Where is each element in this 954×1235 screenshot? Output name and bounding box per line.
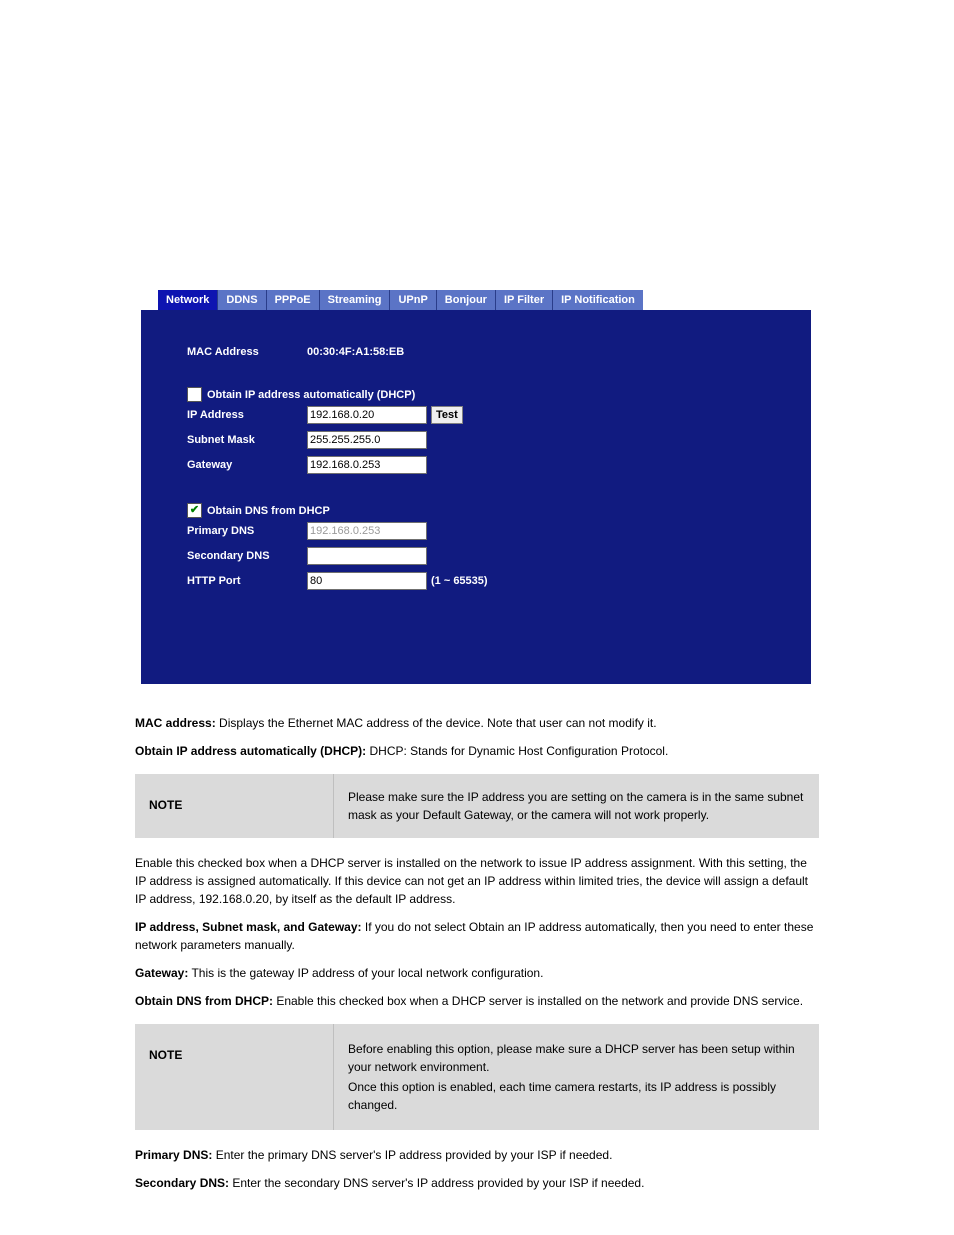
- dns-text: Enable this checked box when a DHCP serv…: [273, 994, 803, 1008]
- note-label-2: NOTE: [135, 1024, 334, 1130]
- http-port-input[interactable]: [307, 572, 427, 590]
- document-body: MAC address: Displays the Ethernet MAC a…: [135, 714, 819, 1192]
- obtain-p2: Enable this checked box when a DHCP serv…: [135, 854, 819, 908]
- sdns-text: Enter the secondary DNS server's IP addr…: [229, 1176, 644, 1190]
- dhcp-ip-label: Obtain IP address automatically (DHCP): [207, 389, 415, 401]
- test-button[interactable]: Test: [431, 406, 463, 424]
- note2-line1: Before enabling this option, please make…: [348, 1040, 805, 1076]
- tab-network[interactable]: Network: [158, 290, 218, 310]
- primary-dns-label: Primary DNS: [187, 525, 307, 537]
- obtain-text: DHCP: Stands for Dynamic Host Configurat…: [366, 744, 668, 758]
- http-port-label: HTTP Port: [187, 575, 307, 587]
- tab-ddns[interactable]: DDNS: [218, 290, 266, 310]
- tab-bonjour[interactable]: Bonjour: [437, 290, 496, 310]
- mac-address-value: 00:30:4F:A1:58:EB: [307, 346, 404, 358]
- secondary-dns-input[interactable]: [307, 547, 427, 565]
- note-dns-table: NOTE Before enabling this option, please…: [135, 1024, 819, 1130]
- note-label: NOTE: [135, 774, 334, 838]
- gw-text: This is the gateway IP address of your l…: [188, 966, 543, 980]
- tab-ip-filter[interactable]: IP Filter: [496, 290, 553, 310]
- tab-ip-notification[interactable]: IP Notification: [553, 290, 643, 310]
- note-dhcp-table: NOTE Please make sure the IP address you…: [135, 774, 819, 838]
- dns-term: Obtain DNS from DHCP:: [135, 994, 273, 1008]
- subnet-mask-label: Subnet Mask: [187, 434, 307, 446]
- tab-upnp[interactable]: UPnP: [390, 290, 436, 310]
- gw-term: Gateway:: [135, 966, 188, 980]
- gateway-label: Gateway: [187, 459, 307, 471]
- http-port-hint: (1 ~ 65535): [431, 575, 488, 587]
- primary-dns-input[interactable]: [307, 522, 427, 540]
- pdns-term: Primary DNS:: [135, 1148, 212, 1162]
- secondary-dns-label: Secondary DNS: [187, 550, 307, 562]
- tab-pppoe[interactable]: PPPoE: [267, 290, 320, 310]
- dhcp-ip-checkbox[interactable]: [187, 387, 202, 402]
- subnet-mask-input[interactable]: [307, 431, 427, 449]
- network-panel: MAC Address 00:30:4F:A1:58:EB Obtain IP …: [141, 310, 811, 684]
- tab-bar: Network DDNS PPPoE Streaming UPnP Bonjou…: [158, 290, 811, 310]
- note2-line2: Once this option is enabled, each time c…: [348, 1078, 805, 1114]
- dhcp-dns-label: Obtain DNS from DHCP: [207, 505, 330, 517]
- ip-address-label: IP Address: [187, 409, 307, 421]
- tab-streaming[interactable]: Streaming: [320, 290, 391, 310]
- gateway-input[interactable]: [307, 456, 427, 474]
- sdns-term: Secondary DNS:: [135, 1176, 229, 1190]
- ip-term: IP address, Subnet mask, and Gateway:: [135, 920, 362, 934]
- mac-text: Displays the Ethernet MAC address of the…: [216, 716, 657, 730]
- network-config-screenshot: Network DDNS PPPoE Streaming UPnP Bonjou…: [141, 290, 811, 684]
- obtain-term: Obtain IP address automatically (DHCP):: [135, 744, 366, 758]
- ip-address-input[interactable]: [307, 406, 427, 424]
- dhcp-dns-checkbox[interactable]: ✔: [187, 503, 202, 518]
- mac-address-label: MAC Address: [187, 346, 307, 358]
- note-text: Please make sure the IP address you are …: [334, 774, 819, 838]
- mac-term: MAC address:: [135, 716, 216, 730]
- pdns-text: Enter the primary DNS server's IP addres…: [212, 1148, 612, 1162]
